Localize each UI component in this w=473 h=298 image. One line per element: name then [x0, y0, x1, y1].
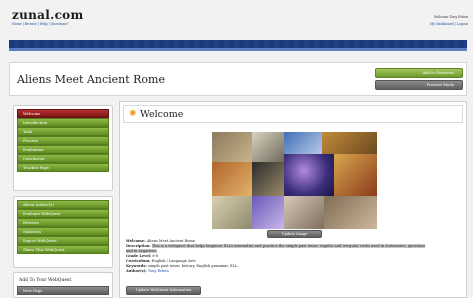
image-tile	[252, 196, 284, 229]
info-welcome-value: Aliens Meet Ancient Rome	[146, 239, 195, 243]
header-stripe	[9, 40, 467, 48]
image-tile	[284, 154, 334, 196]
info-keywords-value: simple past tense, history, English gram…	[147, 264, 239, 268]
image-tile	[284, 132, 322, 154]
sidebar-item-task[interactable]: Task	[17, 127, 109, 136]
sidebar-item-statistics[interactable]: Statistics	[17, 227, 109, 236]
image-tile	[212, 196, 252, 229]
sidebar-item-reviews[interactable]: Reviews	[17, 218, 109, 227]
webquest-titlebar: Aliens Meet Ancient Rome Add to Favorite…	[9, 62, 467, 96]
section-title: Welcome	[140, 109, 184, 120]
sidebar-item-export-webquest[interactable]: Export WebQuest	[17, 236, 109, 245]
image-tile	[334, 154, 377, 196]
info-curriculum-label: Curriculum:	[126, 259, 151, 263]
sidebar-item-evaluation[interactable]: Evaluation	[17, 145, 109, 154]
info-grade-value: 6-8	[152, 254, 159, 258]
sidebar-item-about-authors[interactable]: About Author(s)	[17, 200, 109, 209]
header-stripe-accent	[9, 48, 467, 51]
image-tile	[252, 132, 284, 162]
page-title: Aliens Meet Ancient Rome	[17, 73, 165, 86]
sidebar-item-welcome[interactable]: Welcome	[17, 109, 109, 118]
image-tile	[322, 132, 377, 154]
sidebar-nav-primary: Welcome Introduction Task Process Evalua…	[13, 105, 113, 191]
preview-mode-button[interactable]: Preview Mode	[375, 80, 463, 90]
add-panel-title: Add To Your WebQuest	[19, 278, 72, 283]
image-tile	[212, 162, 252, 196]
info-description-label: Description:	[126, 244, 151, 248]
main-content: ✺ Welcome Update Image Welcome: Aliens M…	[119, 101, 467, 298]
info-description-value: This is a webquest that helps beginner E…	[126, 244, 426, 253]
update-image-button[interactable]: Update Image	[267, 230, 322, 238]
sidebar-item-conclusion[interactable]: Conclusion	[17, 154, 109, 163]
image-tile	[324, 196, 377, 229]
info-curriculum-value: English / Language Arts	[151, 259, 196, 263]
sidebar-item-process[interactable]: Process	[17, 136, 109, 145]
webquest-info: Welcome: Aliens Meet Ancient Rome Descri…	[126, 239, 426, 274]
sidebar-add-panel: Add To Your WebQuest New Page	[13, 272, 113, 298]
sidebar-item-introduction[interactable]: Introduction	[17, 118, 109, 127]
sidebar-item-teacher-page[interactable]: Teacher Page	[17, 163, 109, 172]
sidebar-item-evaluate-webquest[interactable]: Evaluate WebQuest	[17, 209, 109, 218]
image-tile	[284, 196, 324, 229]
image-tile	[252, 162, 284, 196]
sidebar-nav-secondary: About Author(s) Evaluate WebQuest Review…	[13, 196, 113, 268]
info-welcome-label: Welcome:	[126, 239, 146, 243]
user-menu: Welcome Tony Erben My Dashboard | Logout	[398, 14, 468, 28]
image-tile	[212, 132, 252, 162]
sidebar-item-share-webquest[interactable]: Share This WebQuest	[17, 245, 109, 254]
welcome-image	[212, 132, 377, 229]
dashboard-link[interactable]: My Dashboard	[430, 22, 454, 26]
welcome-user-text: Welcome Tony Erben	[433, 15, 468, 19]
sun-icon: ✺	[129, 109, 137, 119]
info-authors-label: Author(s):	[126, 269, 147, 273]
logout-link[interactable]: Logout	[457, 22, 468, 26]
section-header: ✺ Welcome	[123, 105, 463, 123]
info-description-row: Description: This is a webquest that hel…	[126, 244, 426, 254]
info-authors-row: Author(s): Tony Erben	[126, 269, 426, 274]
site-logo[interactable]: zunal.com	[12, 8, 83, 22]
top-subnav[interactable]: Home | Browse | Help | Questions?	[12, 22, 68, 26]
info-keywords-label: Keywords:	[126, 264, 147, 268]
author-link[interactable]: Tony Erben	[148, 269, 169, 273]
info-grade-label: Grade Level:	[126, 254, 152, 258]
add-to-favorites-button[interactable]: Add to Favorites	[375, 68, 463, 78]
new-page-button[interactable]: New Page	[17, 286, 109, 295]
update-webquest-info-button[interactable]: Update WebQuest Information	[126, 286, 201, 295]
